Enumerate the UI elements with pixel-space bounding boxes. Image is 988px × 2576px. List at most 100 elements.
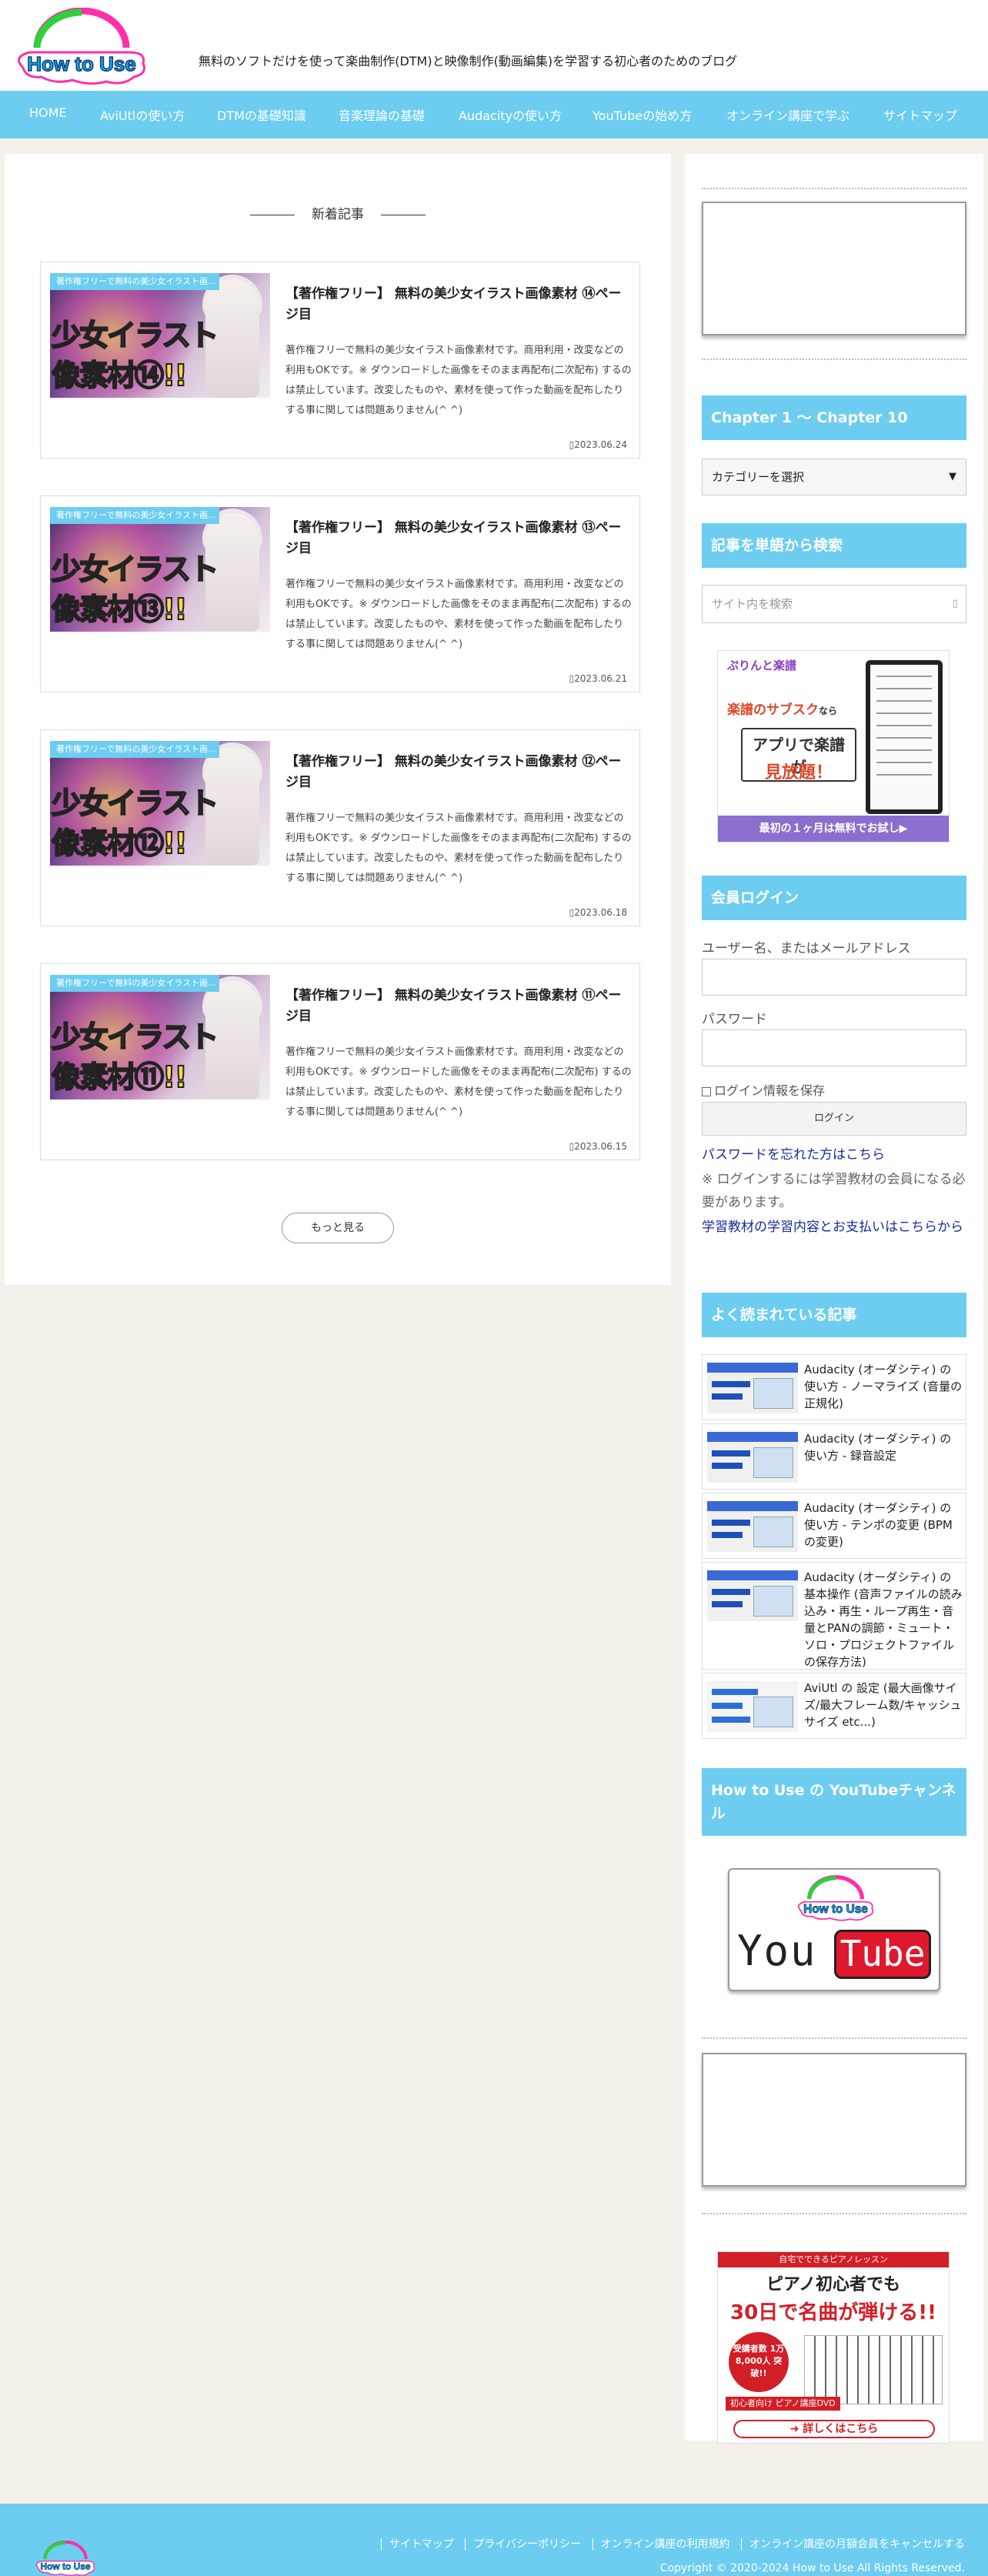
- list-item[interactable]: Audacity (オーダシティ) の使い方 - ノーマライズ (音量の正規化): [702, 1354, 966, 1420]
- footer-links: サイトマップ プライバシーポリシー オンライン講座の利用規約 オンライン講座の月…: [373, 2536, 965, 2551]
- popular-thumbnail: [707, 1432, 798, 1483]
- footer-logo[interactable]: How to Use: [23, 2541, 108, 2576]
- article-date: ▯2023.06.18: [569, 907, 627, 918]
- piano-lesson-ad[interactable]: 自宅でできるピアノレッスン ピアノ初心者でも 30日で名曲が弾ける!! 受講者数…: [717, 2251, 950, 2444]
- category-badge: 著作権フリーで無料の美少女イラスト画...: [50, 975, 219, 992]
- popular-thumbnail: [707, 1363, 798, 1413]
- search-input[interactable]: サイト内を検索 ▯: [702, 585, 966, 623]
- main-content: 新着記事 少女イラスト 像素材⑭!! 著作権フリーで無料の美少女イラスト画...…: [5, 154, 671, 1285]
- article-excerpt: 著作権フリーで無料の美少女イラスト画像素材です。商用利用・改変などの利用もOKで…: [285, 579, 632, 650]
- username-field[interactable]: [702, 959, 966, 996]
- piano-keys-icon: [804, 2335, 943, 2404]
- popular-title[interactable]: AviUtl の 設定 (最大画像サイズ/最大フレーム数/キャッシュサイズ et…: [804, 1680, 963, 1730]
- divider: [702, 188, 966, 189]
- category-badge: 著作権フリーで無料の美少女イラスト画...: [50, 741, 219, 758]
- site-logo: How to Use: [797, 1875, 874, 1921]
- sheet-music-ad[interactable]: ぷりんと楽譜 楽譜のサブスクなら アプリで楽譜が 見放題！ 最初の１ヶ月は無料で…: [717, 650, 950, 843]
- svg-text:How to Use: How to Use: [40, 2561, 90, 2572]
- list-item[interactable]: AviUtl の 設定 (最大画像サイズ/最大フレーム数/キャッシュサイズ et…: [702, 1673, 966, 1739]
- category-badge: 著作権フリーで無料の美少女イラスト画...: [50, 507, 219, 524]
- nav-item-youtube[interactable]: YouTubeの始め方: [592, 105, 692, 124]
- category-select[interactable]: カテゴリーを選択 ▼: [702, 459, 966, 496]
- forgot-password-link[interactable]: パスワードを忘れた方はこちら: [702, 1143, 966, 1166]
- search-widget-title: 記事を単語から検索: [702, 523, 966, 568]
- youtube-channel-banner[interactable]: How to Use You Tube: [728, 1868, 940, 1991]
- nav-item-music-theory[interactable]: 音楽理論の基礎: [339, 105, 425, 124]
- nav-item-sitemap[interactable]: サイトマップ: [883, 105, 957, 124]
- divider: [702, 359, 966, 360]
- article-excerpt: 著作権フリーで無料の美少女イラスト画像素材です。商用利用・改変などの利用もOKで…: [285, 345, 632, 416]
- logo-text: How to Use: [27, 52, 136, 75]
- article-card[interactable]: 少女イラスト 像素材⑫!! 著作権フリーで無料の美少女イラスト画... 【著作権…: [40, 729, 640, 926]
- support-link[interactable]: 学習教材の学習内容とお支払いはこちらから: [702, 1216, 966, 1239]
- sidebar: Chapter 1 〜 Chapter 10 カテゴリーを選択 ▼ 記事を単語から…: [685, 154, 983, 2444]
- login-note: ※ ログインするには学習教材の会員になる必要があります。: [702, 1172, 966, 1210]
- ad-slot: [702, 2053, 966, 2187]
- footer-link-terms[interactable]: オンライン講座の利用規約: [601, 2538, 730, 2551]
- copyright: Copyright © 2020-2024 How to Use All Rig…: [659, 2562, 965, 2574]
- youtube-you-text: You: [737, 1927, 817, 1975]
- popular-thumbnail: [707, 1681, 798, 1732]
- list-item[interactable]: Audacity (オーダシティ) の基本操作 (音声ファイルの読み込み・再生・…: [702, 1562, 966, 1670]
- article-excerpt: 著作権フリーで無料の美少女イラスト画像素材です。商用利用・改変などの利用もOKで…: [285, 813, 632, 884]
- nav-item-online-course[interactable]: オンライン講座で学ぶ: [726, 105, 849, 124]
- piano-ad-cta[interactable]: ➜ 詳しくはこちら: [733, 2420, 935, 2438]
- popular-title[interactable]: Audacity (オーダシティ) の使い方 - ノーマライズ (音量の正規化): [804, 1361, 963, 1412]
- nav-item-aviutl[interactable]: AviUtlの使い方: [100, 105, 185, 124]
- article-thumbnail[interactable]: 少女イラスト 像素材⑪!! 著作権フリーで無料の美少女イラスト画...: [50, 975, 270, 1099]
- login-widget-title: 会員ログイン: [702, 876, 966, 920]
- popular-title[interactable]: Audacity (オーダシティ) の基本操作 (音声ファイルの読み込み・再生・…: [804, 1569, 963, 1670]
- article-thumbnail[interactable]: 少女イラスト 像素材⑫!! 著作権フリーで無料の美少女イラスト画...: [50, 741, 270, 866]
- username-label: ユーザー名、またはメールアドレス: [702, 941, 911, 956]
- article-title[interactable]: 【著作権フリー】 無料の美少女イラスト画像素材 ⑭ページ目: [285, 284, 632, 325]
- divider: [702, 2037, 966, 2039]
- site-footer: How to Use サイトマップ プライバシーポリシー オンライン講座の利用規…: [0, 2504, 988, 2576]
- article-date: ▯2023.06.15: [569, 1141, 627, 1152]
- article-title[interactable]: 【著作権フリー】 無料の美少女イラスト画像素材 ⑫ページ目: [285, 752, 632, 793]
- list-item[interactable]: Audacity (オーダシティ) の使い方 - 録音設定: [702, 1423, 966, 1490]
- remember-checkbox[interactable]: [702, 1086, 711, 1096]
- youtube-tube-text: Tube: [834, 1930, 931, 1979]
- popular-thumbnail: [707, 1501, 798, 1552]
- article-card[interactable]: 少女イラスト 像素材⑭!! 著作権フリーで無料の美少女イラスト画... 【著作権…: [40, 262, 640, 459]
- site-logo[interactable]: How to Use: [6, 8, 157, 85]
- main-nav: HOME AviUtlの使い方 DTMの基礎知識 音楽理論の基礎 Audacit…: [0, 91, 988, 138]
- login-button[interactable]: ログイン: [702, 1102, 966, 1136]
- popular-title[interactable]: Audacity (オーダシティ) の使い方 - テンポの変更 (BPMの変更): [804, 1500, 963, 1550]
- popular-title[interactable]: Audacity (オーダシティ) の使い方 - 録音設定: [804, 1430, 963, 1464]
- password-field[interactable]: [702, 1029, 966, 1066]
- divider: [702, 2213, 966, 2214]
- article-date: ▯2023.06.24: [569, 439, 627, 450]
- chevron-down-icon: ▼: [949, 471, 956, 482]
- tablet-icon: [866, 660, 943, 814]
- nav-item-home[interactable]: HOME: [29, 105, 67, 120]
- remember-row: ログイン情報を保存: [702, 1080, 825, 1099]
- svg-text:How to Use: How to Use: [803, 1903, 868, 1916]
- footer-link-cancel[interactable]: オンライン講座の月額会員をキャンセルする: [749, 2538, 965, 2551]
- nav-item-audacity[interactable]: Audacityの使い方: [459, 105, 562, 124]
- site-header: How to Use 無料のソフトだけを使って楽曲制作(DTM)と映像制作(動画…: [0, 0, 988, 91]
- article-date: ▯2023.06.21: [569, 673, 627, 684]
- popular-thumbnail: [707, 1570, 798, 1621]
- article-card[interactable]: 少女イラスト 像素材⑪!! 著作権フリーで無料の美少女イラスト画... 【著作権…: [40, 963, 640, 1160]
- footer-link-privacy[interactable]: プライバシーポリシー: [473, 2538, 581, 2551]
- article-title[interactable]: 【著作権フリー】 無料の美少女イラスト画像素材 ⑬ページ目: [285, 518, 632, 559]
- category-badge: 著作権フリーで無料の美少女イラスト画...: [50, 273, 219, 290]
- nav-item-dtm[interactable]: DTMの基礎知識: [217, 105, 306, 124]
- more-button[interactable]: もっと見る: [282, 1213, 394, 1243]
- article-thumbnail[interactable]: 少女イラスト 像素材⑭!! 著作権フリーで無料の美少女イラスト画...: [50, 273, 270, 398]
- youtube-widget-title: How to Use の YouTubeチャンネル: [702, 1768, 966, 1836]
- popular-widget-title: よく読まれている記事: [702, 1293, 966, 1337]
- site-tagline: 無料のソフトだけを使って楽曲制作(DTM)と映像制作(動画編集)を学習する初心者…: [199, 54, 738, 68]
- section-title: 新着記事: [5, 203, 671, 222]
- article-title[interactable]: 【著作権フリー】 無料の美少女イラスト画像素材 ⑪ページ目: [285, 986, 632, 1027]
- article-excerpt: 著作権フリーで無料の美少女イラスト画像素材です。商用利用・改変などの利用もOKで…: [285, 1046, 632, 1118]
- chapter-widget-title: Chapter 1 〜 Chapter 10: [702, 395, 966, 440]
- list-item[interactable]: Audacity (オーダシティ) の使い方 - テンポの変更 (BPMの変更): [702, 1493, 966, 1559]
- ad-slot: [702, 202, 966, 335]
- password-label: パスワード: [702, 1012, 767, 1027]
- article-thumbnail[interactable]: 少女イラスト 像素材⑬!! 著作権フリーで無料の美少女イラスト画...: [50, 507, 270, 632]
- article-card[interactable]: 少女イラスト 像素材⑬!! 著作権フリーで無料の美少女イラスト画... 【著作権…: [40, 496, 640, 692]
- search-icon[interactable]: ▯: [953, 586, 958, 622]
- footer-link-sitemap[interactable]: サイトマップ: [389, 2538, 454, 2551]
